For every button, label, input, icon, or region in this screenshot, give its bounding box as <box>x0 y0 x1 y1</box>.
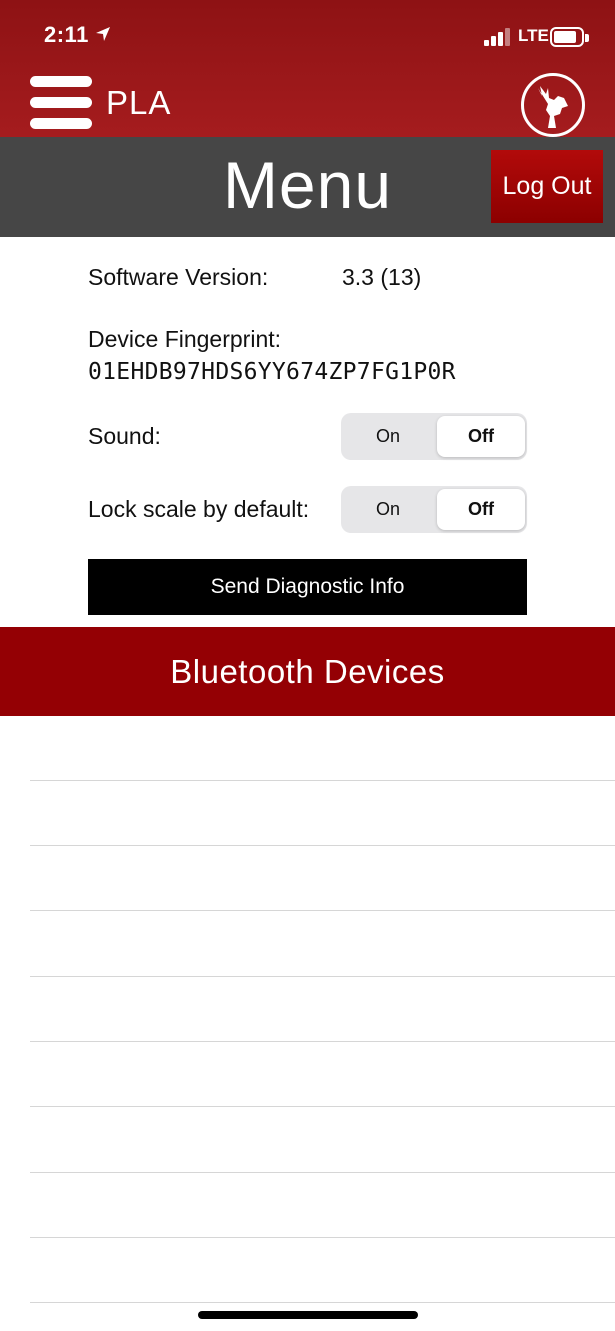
location-icon <box>96 27 110 41</box>
device-row[interactable] <box>30 716 615 781</box>
bluetooth-header: Bluetooth Devices <box>0 627 615 716</box>
fingerprint-label: Device Fingerprint: <box>88 326 282 352</box>
device-row[interactable] <box>30 846 615 911</box>
software-version-value: 3.3 (13) <box>342 264 422 290</box>
home-indicator[interactable] <box>198 1311 418 1319</box>
hamburger-icon[interactable] <box>30 76 92 130</box>
top-bar: 2:11 LTE PLA <box>0 0 615 137</box>
menu-header: Menu Log Out <box>0 137 615 237</box>
battery-icon <box>550 27 589 47</box>
sound-label: Sound: <box>88 423 161 449</box>
fingerprint-value: 01EHDB97HDS6YY674ZP7FG1P0R <box>88 359 456 385</box>
send-diagnostic-button[interactable]: Send Diagnostic Info <box>88 559 527 615</box>
device-row[interactable] <box>30 912 615 977</box>
software-version-label: Software Version: <box>88 264 269 290</box>
device-row[interactable] <box>30 1108 615 1173</box>
network-label: LTE <box>518 26 549 45</box>
sound-on-option[interactable]: On <box>344 416 432 457</box>
lock-scale-toggle[interactable]: On Off <box>341 486 527 533</box>
device-row[interactable] <box>30 1173 615 1238</box>
deer-logo-icon <box>521 73 585 137</box>
device-row[interactable] <box>30 1042 615 1107</box>
lock-scale-on-option[interactable]: On <box>344 489 432 530</box>
sound-off-option[interactable]: Off <box>437 416 525 457</box>
app-title: PLA <box>106 84 172 121</box>
signal-icon <box>484 28 512 46</box>
sound-toggle[interactable]: On Off <box>341 413 527 460</box>
lock-scale-label: Lock scale by default: <box>88 496 310 522</box>
device-row[interactable] <box>30 977 615 1042</box>
lock-scale-off-option[interactable]: Off <box>437 489 525 530</box>
logout-button[interactable]: Log Out <box>491 150 603 223</box>
status-time: 2:11 <box>44 22 89 47</box>
device-row[interactable] <box>30 1238 615 1303</box>
device-row[interactable] <box>30 781 615 846</box>
bluetooth-title: Bluetooth Devices <box>170 652 445 690</box>
